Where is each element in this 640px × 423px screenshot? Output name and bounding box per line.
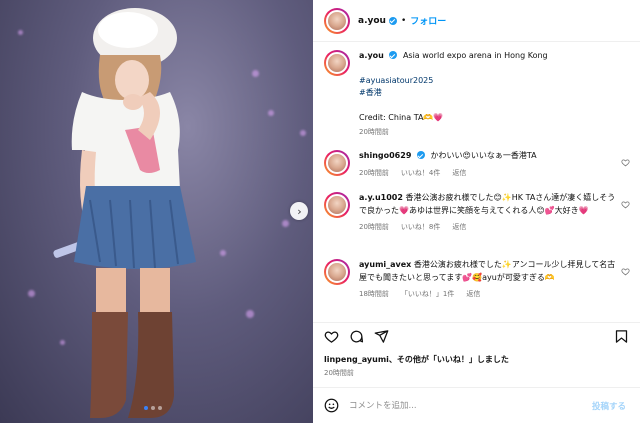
post-photo[interactable]: › bbox=[0, 0, 313, 423]
comment-icon[interactable] bbox=[349, 329, 364, 344]
comment-likes[interactable]: 「いいね！」1件 bbox=[401, 288, 454, 301]
avatar[interactable] bbox=[324, 7, 350, 34]
comment-item: a.y.u1002 香港公演お疲れ様でした😊✨HK TAさん達が凄く嬉しそうで良… bbox=[324, 192, 624, 234]
verified-icon bbox=[388, 16, 397, 25]
comment-box: 投稿する bbox=[313, 387, 640, 423]
comment-item: ayumi_avex 香港公演お疲れ様でした✨アンコール少し拝見して名古屋でも聞… bbox=[324, 259, 624, 301]
hashtag-link[interactable]: #香港 bbox=[359, 88, 382, 97]
comments-area[interactable]: a.you Asia world expo arena in Hong Kong… bbox=[313, 42, 640, 317]
reply-button[interactable]: 返信 bbox=[452, 167, 466, 180]
chevron-right-icon: › bbox=[297, 204, 302, 218]
avatar[interactable] bbox=[324, 50, 350, 76]
caption-time[interactable]: 20時間前 bbox=[359, 126, 389, 139]
caption: a.you Asia world expo arena in Hong Kong… bbox=[324, 50, 624, 139]
carousel-dot bbox=[158, 406, 162, 410]
heart-icon[interactable] bbox=[621, 267, 630, 276]
avatar[interactable] bbox=[324, 192, 350, 218]
verified-icon bbox=[416, 151, 425, 159]
smiley-icon[interactable] bbox=[324, 398, 339, 413]
reply-button[interactable]: 返信 bbox=[452, 221, 466, 234]
likes-summary-user[interactable]: linpeng_ayumi bbox=[324, 355, 389, 364]
post-comment-button[interactable]: 投稿する bbox=[592, 400, 626, 412]
carousel-dot bbox=[144, 406, 148, 410]
caption-credit: Credit: China TA🫶💗 bbox=[359, 112, 444, 122]
avatar[interactable] bbox=[324, 150, 350, 176]
verified-icon bbox=[389, 51, 398, 59]
header-username[interactable]: a.you bbox=[358, 16, 386, 26]
post-header: a.you • フォロー bbox=[313, 0, 640, 42]
share-icon[interactable] bbox=[374, 329, 389, 344]
heart-icon[interactable] bbox=[621, 158, 630, 167]
performer-illustration bbox=[53, 8, 196, 418]
avatar[interactable] bbox=[324, 259, 350, 285]
comment-time[interactable]: 18時間前 bbox=[359, 288, 389, 301]
comment-time[interactable]: 20時間前 bbox=[359, 221, 389, 234]
comment-username[interactable]: shingo0629 bbox=[359, 151, 411, 160]
caption-text: Asia world expo arena in Hong Kong bbox=[402, 51, 548, 60]
next-slide-button[interactable]: › bbox=[290, 202, 308, 220]
comment-input[interactable] bbox=[349, 400, 569, 411]
hashtag-link[interactable]: #ayuasiatour2025 bbox=[359, 76, 433, 85]
follow-button[interactable]: フォロー bbox=[410, 14, 446, 27]
comment-time[interactable]: 20時間前 bbox=[359, 167, 389, 180]
comment-username[interactable]: a.y.u1002 bbox=[359, 193, 403, 202]
likes-summary: linpeng_ayumi、その他が「いいね！」しました bbox=[324, 354, 509, 365]
header-separator: • bbox=[400, 15, 407, 26]
caption-username[interactable]: a.you bbox=[359, 51, 384, 60]
post-actions: linpeng_ayumi、その他が「いいね！」しました 20時間前 bbox=[313, 322, 640, 382]
heart-icon[interactable] bbox=[324, 329, 339, 344]
post-side-panel: a.you • フォロー a.you Asia world expo arena… bbox=[313, 0, 640, 423]
carousel-dot bbox=[151, 406, 155, 410]
comment-text: かわいい😍いいなぁ一香港TA bbox=[430, 151, 537, 160]
post-modal: › a.you • フォロー a.you Asia world expo are… bbox=[0, 0, 640, 423]
comment-item: shingo0629 かわいい😍いいなぁ一香港TA 20時間前 いいね！4件 返… bbox=[324, 150, 624, 179]
post-time[interactable]: 20時間前 bbox=[324, 368, 354, 378]
comment-likes[interactable]: いいね！4件 bbox=[401, 167, 440, 180]
likes-summary-rest[interactable]: 、その他が「いいね！」しました bbox=[389, 355, 509, 364]
heart-icon[interactable] bbox=[621, 200, 630, 209]
reply-button[interactable]: 返信 bbox=[466, 288, 480, 301]
comment-likes[interactable]: いいね！8件 bbox=[401, 221, 440, 234]
bookmark-icon[interactable] bbox=[614, 329, 629, 344]
comment-username[interactable]: ayumi_avex bbox=[359, 260, 411, 269]
carousel-dots bbox=[144, 406, 162, 410]
